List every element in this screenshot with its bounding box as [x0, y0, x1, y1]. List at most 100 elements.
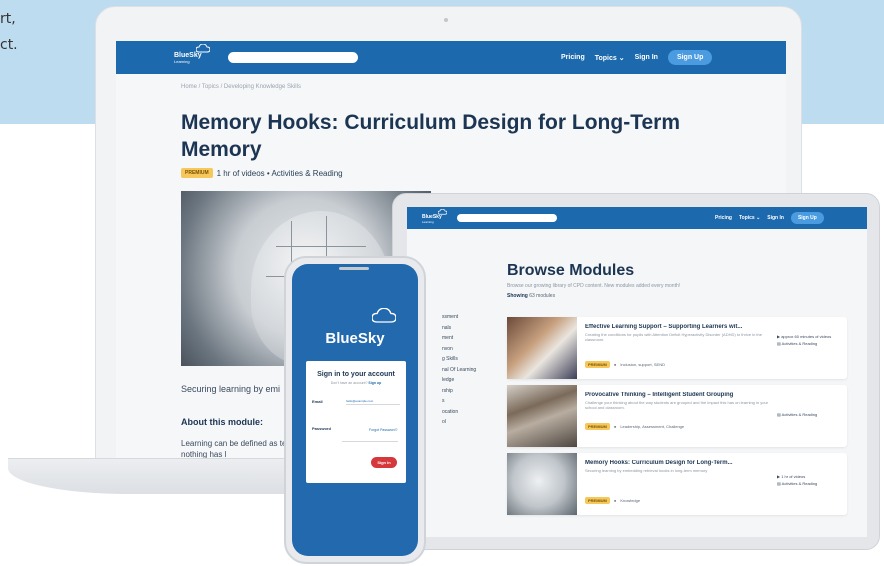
module-card-activities: Activities & Reading [781, 412, 818, 417]
module-card-duration: 1 hr of videos [781, 474, 806, 479]
email-field[interactable]: hello@example.com [346, 399, 400, 405]
search-input[interactable] [457, 214, 557, 222]
premium-badge: PREMIUM [585, 497, 610, 504]
sign-in-heading: Sign in to your account [317, 371, 395, 378]
forgot-password-link[interactable]: Forgot Password? [369, 428, 397, 432]
video-icon: ▶ approx 60 minutes of videos [777, 334, 832, 339]
module-card-topics: Inclusion, support, SEND [620, 362, 665, 367]
nav-topics[interactable]: Topics ⌄ [739, 215, 760, 221]
topic-filter-item[interactable]: nal Of Learning [442, 365, 476, 376]
module-count: Showing 63 modules [507, 293, 555, 299]
module-card-side: ▤ Activities & Reading [777, 411, 817, 418]
module-card[interactable]: Effective Learning Support – Supporting … [507, 317, 847, 379]
module-card-topics: Knowledge [620, 498, 641, 503]
background-line: rt, [0, 11, 16, 27]
background-text: rt, ct. [0, 6, 18, 58]
module-card[interactable]: Memory Hooks: Curriculum Design for Long… [507, 453, 847, 515]
nav-topics[interactable]: Topics ⌄ [595, 54, 625, 62]
module-card-image [507, 317, 577, 379]
background-line: ct. [0, 37, 18, 53]
sign-up-prompt-text: Don't have an account? [330, 381, 368, 385]
module-card-side: ▶ 1 hr of videos ▤ Activities & Reading [777, 473, 817, 487]
module-card-title[interactable]: Effective Learning Support – Supporting … [585, 324, 775, 330]
about-heading: About this module: [181, 417, 263, 427]
head-line [276, 246, 366, 247]
browse-title: Browse Modules [507, 262, 635, 279]
sign-up-button[interactable]: Sign Up [790, 212, 824, 224]
page-title: Memory Hooks: Curriculum Design for Long… [181, 111, 680, 161]
laptop-navbar: BlueSky Learning Pricing Topics ⌄ Sign I… [116, 41, 786, 74]
sign-up-link[interactable]: Sign up [368, 381, 381, 385]
module-card-image [507, 453, 577, 515]
topic-filter-item[interactable]: ocation [442, 407, 476, 418]
brand-subtitle: Learning [174, 59, 190, 64]
phone-speaker [339, 267, 369, 270]
module-card-title[interactable]: Memory Hooks: Curriculum Design for Long… [585, 460, 775, 466]
sign-up-button[interactable]: Sign Up [667, 50, 713, 65]
password-field[interactable] [342, 441, 398, 442]
count-value: 63 modules [529, 293, 556, 299]
module-card-description: Challenge your thinking about the way st… [585, 400, 769, 410]
module-card-side: ▶ approx 60 minutes of videos ▤ Activiti… [777, 333, 831, 347]
nav-links: Pricing Topics ⌄ Sign In Sign Up [561, 50, 713, 65]
module-card-description: Securing learning by embedding retrieval… [585, 468, 708, 473]
topic-filter-item[interactable]: nals [442, 323, 476, 334]
module-duration: 1 hr of videos • Activities & Reading [216, 168, 343, 178]
video-icon: ▶ 1 hr of videos [777, 474, 806, 479]
premium-badge: PREMIUM [181, 168, 213, 178]
tablet-screen: BlueSky Learning Pricing Topics ⌄ Sign I… [407, 207, 867, 537]
tablet-device: BlueSky Learning Pricing Topics ⌄ Sign I… [392, 193, 880, 550]
topic-filter-item[interactable]: ssment [442, 312, 476, 323]
cloud-icon [196, 44, 210, 53]
brand-subtitle: Learning [422, 220, 434, 224]
module-description: Securing learning by emi [181, 384, 281, 394]
module-card-title[interactable]: Provocative Thinking – Intelligent Stude… [585, 392, 775, 398]
search-input[interactable] [228, 52, 358, 63]
nav-pricing[interactable]: Pricing [715, 215, 732, 221]
brand-logo[interactable]: BlueSky Learning [422, 209, 447, 224]
premium-badge: PREMIUM [585, 423, 610, 430]
email-label: Email [312, 399, 323, 404]
cloud-icon [438, 209, 447, 215]
topic-filter-item[interactable]: rship [442, 386, 476, 397]
nav-sign-in[interactable]: Sign In [767, 215, 784, 221]
module-card-topics: Leadership, Assessment, Challenge [620, 424, 685, 429]
laptop-camera [444, 18, 448, 22]
breadcrumb[interactable]: Home / Topics / Developing Knowledge Ski… [181, 84, 301, 90]
module-card-image [507, 385, 577, 447]
nav-links: Pricing Topics ⌄ Sign In Sign Up [715, 212, 824, 224]
password-label: Password [312, 426, 331, 431]
module-card-duration: approx 60 minutes of videos [781, 334, 832, 339]
book-icon: ▤ Activities & Reading [777, 412, 818, 417]
nav-sign-in[interactable]: Sign In [635, 54, 658, 61]
sign-up-prompt: Don't have an account? Sign up [306, 381, 406, 385]
phone-brand: BlueSky [325, 330, 385, 347]
phone-device: BlueSky Sign in to your account Don't ha… [284, 256, 426, 564]
phone-screen: BlueSky Sign in to your account Don't ha… [292, 264, 418, 556]
module-card[interactable]: Provocative Thinking – Intelligent Stude… [507, 385, 847, 447]
brand-logo[interactable]: BlueSky Learning [174, 44, 210, 64]
book-icon: ▤ Activities & Reading [777, 341, 818, 346]
topic-filter-item[interactable]: ment [442, 333, 476, 344]
tag-icon: ● [613, 424, 617, 429]
sign-in-button[interactable]: Sign In [371, 457, 397, 468]
topic-filter-item[interactable]: ol [442, 417, 476, 428]
book-icon: ▤ Activities & Reading [777, 481, 818, 486]
nav-pricing[interactable]: Pricing [561, 54, 585, 61]
topic-filter-list: ssment nals ment nvon g Skills nal Of Le… [442, 312, 476, 428]
browse-subtitle: Browse our growing library of CPD conten… [507, 283, 681, 289]
sign-in-form: Sign in to your account Don't have an ac… [306, 361, 406, 483]
module-card-tags: PREMIUM ● Inclusion, support, SEND [585, 361, 665, 368]
tag-icon: ● [613, 498, 617, 503]
topic-filter-item[interactable]: ledge [442, 375, 476, 386]
premium-badge: PREMIUM [585, 361, 610, 368]
topic-filter-item[interactable]: g Skills [442, 354, 476, 365]
module-card-activities: Activities & Reading [781, 341, 818, 346]
module-card-tags: PREMIUM ● Leadership, Assessment, Challe… [585, 423, 684, 430]
tag-icon: ● [613, 362, 617, 367]
module-card-activities: Activities & Reading [781, 481, 818, 486]
module-meta: PREMIUM 1 hr of videos • Activities & Re… [181, 168, 343, 178]
topic-filter-item[interactable]: s [442, 396, 476, 407]
module-card-description: Creating the conditions for pupils with … [585, 332, 762, 342]
topic-filter-item[interactable]: nvon [442, 344, 476, 355]
